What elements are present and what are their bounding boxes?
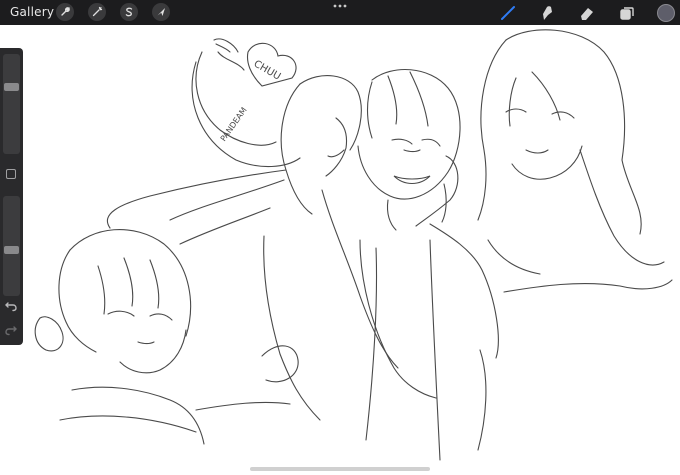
layers-icon[interactable] [617,3,637,23]
smudge-icon[interactable] [537,3,557,23]
arrow-cursor-icon[interactable] [152,3,170,21]
gallery-button[interactable]: Gallery [10,5,54,19]
color-picker-button[interactable] [657,4,675,22]
undo-icon[interactable] [4,300,18,312]
magic-wand-icon[interactable] [88,3,106,21]
eraser-icon[interactable] [577,3,597,23]
modify-button[interactable] [6,169,16,179]
opacity-handle[interactable] [4,246,19,254]
brush-icon[interactable] [498,3,518,23]
drawing-canvas[interactable]: CHUU PANDEAM [0,25,680,475]
brush-size-handle[interactable] [4,83,19,91]
more-dots-icon[interactable] [333,4,347,8]
wrench-icon[interactable] [56,3,74,21]
home-indicator [250,467,430,471]
hair-label: PANDEAM [219,106,249,143]
top-toolbar: Gallery [0,0,680,25]
brush-size-slider[interactable] [3,54,20,154]
opacity-slider[interactable] [3,196,20,296]
sketch-drawing: CHUU PANDEAM [34,29,673,461]
selection-s-icon[interactable] [120,3,138,21]
left-sidebar [0,48,23,345]
redo-icon[interactable] [4,324,18,336]
